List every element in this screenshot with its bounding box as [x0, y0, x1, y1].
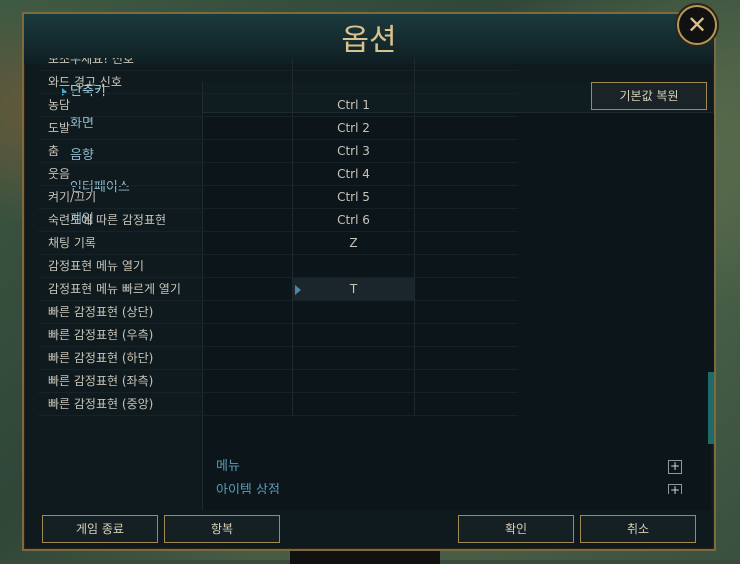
key-slot-1[interactable]: Ctrl 3 — [292, 140, 414, 162]
table-row: 숙련도에 따른 감정표현 Ctrl 6 — [38, 209, 518, 232]
section-item-shop[interactable]: 아이템 상점 + — [216, 480, 686, 494]
key-slot-2[interactable] — [414, 186, 530, 208]
action-label: 감정표현 메뉴 열기 — [48, 259, 144, 273]
table-row: 채팅 기록 Z — [38, 232, 518, 255]
expand-icon[interactable]: + — [668, 460, 682, 474]
scrollbar[interactable] — [708, 114, 714, 444]
exit-game-button[interactable]: 게임 종료 — [42, 515, 158, 543]
action-label: 빠른 감정표현 (하단) — [48, 351, 154, 365]
key-slot-2[interactable] — [414, 278, 530, 300]
key-slot-2[interactable] — [414, 71, 530, 93]
key-slot-1[interactable] — [292, 71, 414, 93]
key-slot-2[interactable] — [414, 301, 530, 323]
key-slot-1[interactable]: Ctrl 1 — [292, 94, 414, 116]
table-row: 보조우세요! 신호 — [38, 58, 518, 71]
action-label: 빠른 감정표현 (우측) — [48, 328, 154, 342]
action-label: 웃음 — [48, 167, 71, 181]
key-slot-2[interactable] — [414, 163, 530, 185]
key-slot-1[interactable] — [292, 347, 414, 369]
section-menu[interactable]: 메뉴 + — [216, 456, 686, 478]
key-slot-1[interactable]: T — [292, 278, 414, 300]
table-row: 와드 경고 신호 — [38, 71, 518, 94]
action-label: 와드 경고 신호 — [48, 75, 122, 89]
action-label: 빠른 감정표현 (좌측) — [48, 374, 154, 388]
expand-icon[interactable]: + — [668, 484, 682, 494]
table-row: 농담 Ctrl 1 — [38, 94, 518, 117]
key-slot-1[interactable] — [292, 324, 414, 346]
key-slot-1[interactable]: Ctrl 6 — [292, 209, 414, 231]
table-row-selected: 감정표현 메뉴 빠르게 열기 T — [38, 278, 518, 301]
key-slot-1[interactable] — [292, 370, 414, 392]
key-slot-1[interactable] — [292, 255, 414, 277]
key-slot-1[interactable]: Ctrl 5 — [292, 186, 414, 208]
close-icon[interactable]: ✕ — [677, 5, 717, 45]
key-slot-1[interactable]: Z — [292, 232, 414, 254]
action-label: 춤 — [48, 144, 60, 158]
key-slot-1[interactable] — [292, 393, 414, 415]
key-slot-2[interactable] — [414, 232, 530, 254]
action-label: 빠른 감정표현 (중앙) — [48, 397, 154, 411]
section-label: 메뉴 — [216, 459, 240, 474]
window-title: 옵션 — [24, 14, 714, 64]
scrollbar-thumb[interactable] — [708, 372, 714, 444]
surrender-button[interactable]: 항복 — [164, 515, 280, 543]
cancel-button[interactable]: 취소 — [580, 515, 696, 543]
table-row: 빠른 감정표현 (상단) — [38, 301, 518, 324]
key-slot-2[interactable] — [414, 140, 530, 162]
key-slot-1[interactable]: Ctrl 4 — [292, 163, 414, 185]
action-label: 켜기/끄기 — [48, 190, 97, 204]
table-row: 웃음 Ctrl 4 — [38, 163, 518, 186]
action-label: 도발 — [48, 121, 71, 135]
table-row: 춤 Ctrl 3 — [38, 140, 518, 163]
table-row: 도발 Ctrl 2 — [38, 117, 518, 140]
action-label: 감정표현 메뉴 빠르게 열기 — [48, 282, 181, 296]
section-label: 아이템 상점 — [216, 483, 280, 494]
options-window: 옵션 단축키 화면 음향 인터페이스 게임 기본값 복원 보조우세요! 신호 와… — [22, 12, 716, 551]
key-slot-1[interactable] — [292, 58, 414, 70]
key-slot-2[interactable] — [414, 370, 530, 392]
key-slot-2[interactable] — [414, 94, 530, 116]
key-slot-2[interactable] — [414, 117, 530, 139]
key-slot-2[interactable] — [414, 255, 530, 277]
footer: 게임 종료 항복 확인 취소 — [24, 509, 714, 549]
action-label: 채팅 기록 — [48, 236, 96, 250]
table-row: 빠른 감정표현 (좌측) — [38, 370, 518, 393]
key-slot-2[interactable] — [414, 58, 518, 70]
key-slot-2[interactable] — [414, 209, 530, 231]
action-label: 농담 — [48, 98, 71, 112]
table-row: 감정표현 메뉴 열기 — [38, 255, 518, 278]
action-label: 빠른 감정표현 (상단) — [48, 305, 154, 319]
restore-defaults-button[interactable]: 기본값 복원 — [591, 82, 707, 110]
key-slot-2[interactable] — [414, 324, 530, 346]
table-row: 켜기/끄기 Ctrl 5 — [38, 186, 518, 209]
ok-button[interactable]: 확인 — [458, 515, 574, 543]
table-row: 빠른 감정표현 (중앙) — [38, 393, 518, 416]
key-slot-1[interactable]: Ctrl 2 — [292, 117, 414, 139]
key-slot-1[interactable] — [292, 301, 414, 323]
key-slot-2[interactable] — [414, 347, 530, 369]
action-label: 보조우세요! 신호 — [48, 58, 134, 66]
action-label: 숙련도에 따른 감정표현 — [48, 213, 167, 227]
table-row: 빠른 감정표현 (하단) — [38, 347, 518, 370]
table-row: 빠른 감정표현 (우측) — [38, 324, 518, 347]
hotkey-table: 보조우세요! 신호 와드 경고 신호 농담 Ctrl 1 도발 Ctrl 2 춤… — [38, 58, 518, 416]
key-slot-2[interactable] — [414, 393, 530, 415]
